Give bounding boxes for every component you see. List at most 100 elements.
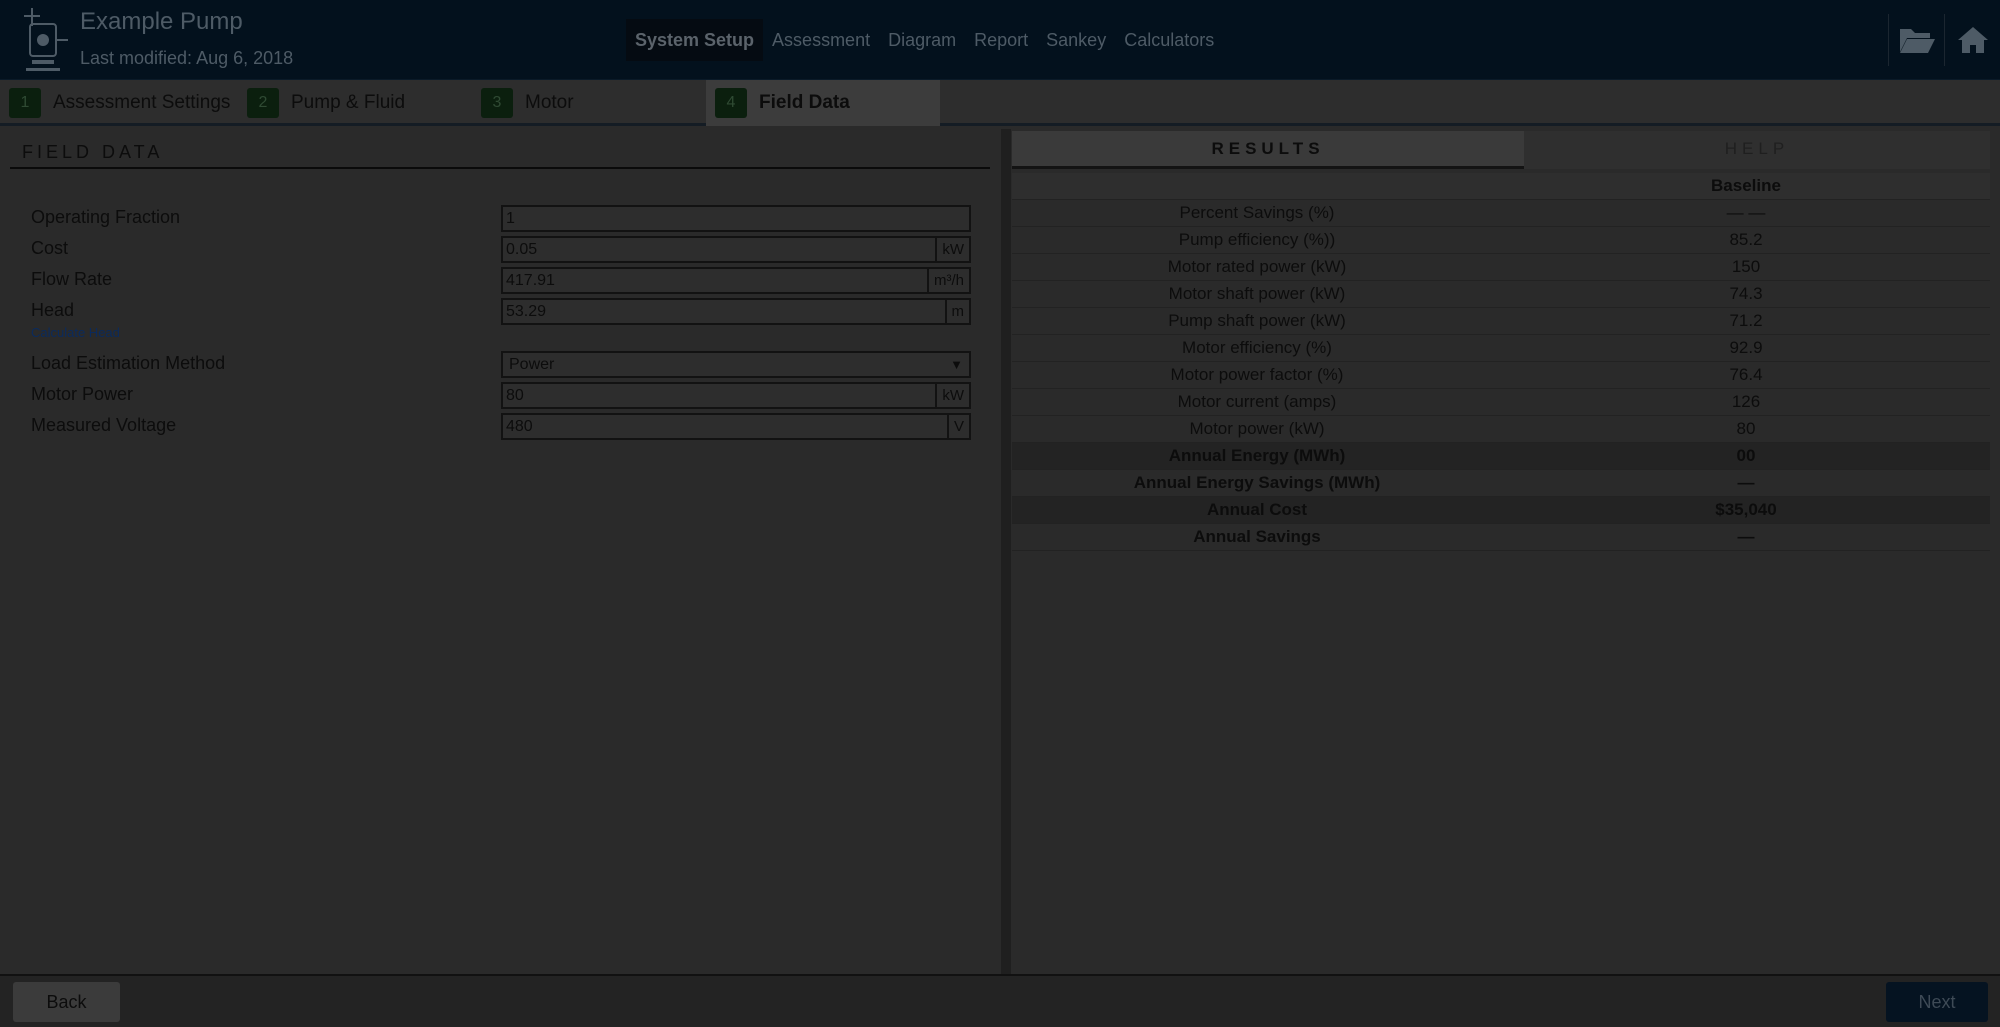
row-label: Motor power factor (%): [1170, 365, 1344, 384]
step-tab-pump-fluid[interactable]: 2 Pump & Fluid: [238, 80, 468, 126]
home-icon[interactable]: [1944, 14, 2000, 66]
results-help-tabs: RESULTS HELP: [1012, 131, 1990, 169]
select-value[interactable]: Power: [503, 353, 944, 376]
unit-label: m: [944, 300, 970, 323]
input-value[interactable]: 53.29: [503, 300, 945, 323]
row-value: $35,040: [1715, 500, 1777, 519]
flow-rate-input[interactable]: 417.91 m³/h: [501, 267, 971, 294]
row-value: —: [1737, 527, 1755, 546]
motor-power-input[interactable]: 80 kW: [501, 382, 971, 409]
head-input[interactable]: 53.29 m: [501, 298, 971, 325]
step-label: Assessment Settings: [53, 92, 231, 113]
next-button[interactable]: Next: [1886, 982, 1988, 1022]
row-label: Motor efficiency (%): [1182, 338, 1332, 357]
row-value: 85.2: [1729, 230, 1763, 249]
top-header: Example Pump Last modified: Aug 6, 2018 …: [0, 0, 2000, 80]
field-measured-voltage: Measured Voltage 480 V: [31, 413, 971, 441]
measured-voltage-input[interactable]: 480 V: [501, 413, 971, 440]
input-value[interactable]: 1: [503, 207, 969, 230]
field-label: Motor Power: [31, 384, 134, 404]
nav-report[interactable]: Report: [965, 19, 1037, 61]
step-number: 3: [481, 88, 513, 118]
table-row: Pump shaft power (kW) 71.2: [1012, 308, 1990, 335]
table-row: Pump efficiency (%)) 85.2: [1012, 227, 1990, 254]
nav-system-setup[interactable]: System Setup: [626, 19, 764, 61]
unit-label: V: [946, 415, 969, 438]
field-cost: Cost 0.05 kW: [31, 236, 971, 264]
row-label: Motor current (amps): [1177, 392, 1337, 411]
row-value: 71.2: [1729, 311, 1763, 330]
step-label: Motor: [525, 92, 574, 113]
unit-label: kW: [935, 238, 969, 261]
field-label: Operating Fraction: [31, 207, 181, 227]
nav-diagram[interactable]: Diagram: [879, 19, 965, 61]
results-table: Baseline Percent Savings (%) — — Pump ef…: [1012, 173, 1990, 551]
baseline-column-header: Baseline: [1711, 176, 1781, 195]
nav-calculators[interactable]: Calculators: [1115, 19, 1223, 61]
panel-heading: FIELD DATA: [10, 137, 990, 169]
field-operating-fraction: Operating Fraction 1: [31, 205, 971, 233]
row-label: Percent Savings (%): [1179, 203, 1335, 222]
table-row: Motor rated power (kW) 150: [1012, 254, 1990, 281]
input-value[interactable]: 417.91: [503, 269, 927, 292]
table-row: Annual Savings —: [1012, 524, 1990, 551]
table-row: Annual Energy Savings (MWh) —: [1012, 470, 1990, 497]
table-row: Motor current (amps) 126: [1012, 389, 1990, 416]
row-label: Motor shaft power (kW): [1168, 284, 1346, 303]
field-label: Measured Voltage: [31, 415, 177, 435]
row-value: 150: [1731, 257, 1761, 276]
tab-results[interactable]: RESULTS: [1012, 131, 1524, 169]
input-value[interactable]: 480: [503, 415, 947, 438]
step-label: Pump & Fluid: [291, 92, 406, 113]
calculate-head-link[interactable]: Calculate Head: [31, 325, 120, 340]
step-number: 1: [9, 88, 41, 118]
row-label: Pump efficiency (%)): [1178, 230, 1336, 249]
row-label: Motor power (kW): [1189, 419, 1325, 438]
tab-help[interactable]: HELP: [1524, 131, 1990, 169]
row-value: 00: [1736, 446, 1756, 465]
step-number: 2: [247, 88, 279, 118]
input-value[interactable]: 0.05: [503, 238, 935, 261]
table-row: Percent Savings (%) — —: [1012, 200, 1990, 227]
table-row: Annual Energy (MWh) 00: [1012, 443, 1990, 470]
main-nav: System Setup Assessment Diagram Report S…: [626, 19, 1223, 61]
field-motor-power: Motor Power 80 kW: [31, 382, 971, 410]
input-value[interactable]: 80: [503, 384, 935, 407]
table-row: Motor power (kW) 80: [1012, 416, 1990, 443]
row-value: 80: [1736, 419, 1756, 438]
pump-logo-icon: [22, 6, 76, 74]
row-value: 92.9: [1729, 338, 1763, 357]
row-label: Annual Energy (MWh): [1168, 446, 1346, 465]
field-label: Load Estimation Method: [31, 353, 226, 373]
cost-input[interactable]: 0.05 kW: [501, 236, 971, 263]
row-value: —: [1737, 473, 1755, 492]
field-data-panel: FIELD DATA Operating Fraction 1 Cost 0.0…: [0, 129, 1001, 974]
row-label: Annual Savings: [1193, 527, 1321, 546]
field-head: Head Calculate Head 53.29 m: [31, 298, 971, 340]
unit-label: m³/h: [927, 269, 969, 292]
field-flow-rate: Flow Rate 417.91 m³/h: [31, 267, 971, 295]
dropdown-arrow-icon[interactable]: ▼: [944, 353, 969, 376]
step-tab-motor[interactable]: 3 Motor: [472, 80, 702, 126]
row-label: Annual Cost: [1206, 500, 1308, 519]
step-tab-assessment-settings[interactable]: 1 Assessment Settings: [0, 80, 240, 126]
footer-bar: Back Next: [0, 974, 2000, 1027]
step-tab-field-data[interactable]: 4 Field Data: [706, 80, 940, 126]
step-number: 4: [715, 88, 747, 118]
row-label: Annual Energy Savings (MWh): [1133, 473, 1381, 492]
nav-assessment[interactable]: Assessment: [763, 19, 879, 61]
table-row: Motor efficiency (%) 92.9: [1012, 335, 1990, 362]
panel-divider[interactable]: [1001, 129, 1011, 974]
step-label: Field Data: [759, 92, 850, 113]
load-estimation-method-select[interactable]: Power ▼: [501, 351, 971, 378]
field-label: Head: [31, 300, 75, 320]
row-value: 76.4: [1729, 365, 1763, 384]
row-label: Pump shaft power (kW): [1168, 311, 1346, 330]
last-modified-text: Last modified: Aug 6, 2018: [80, 48, 294, 68]
folder-open-icon[interactable]: [1888, 14, 1944, 66]
back-button[interactable]: Back: [13, 982, 120, 1022]
field-load-estimation-method: Load Estimation Method Power ▼: [31, 351, 971, 379]
operating-fraction-input[interactable]: 1: [501, 205, 971, 232]
table-row: Annual Cost $35,040: [1012, 497, 1990, 524]
nav-sankey[interactable]: Sankey: [1037, 19, 1115, 61]
